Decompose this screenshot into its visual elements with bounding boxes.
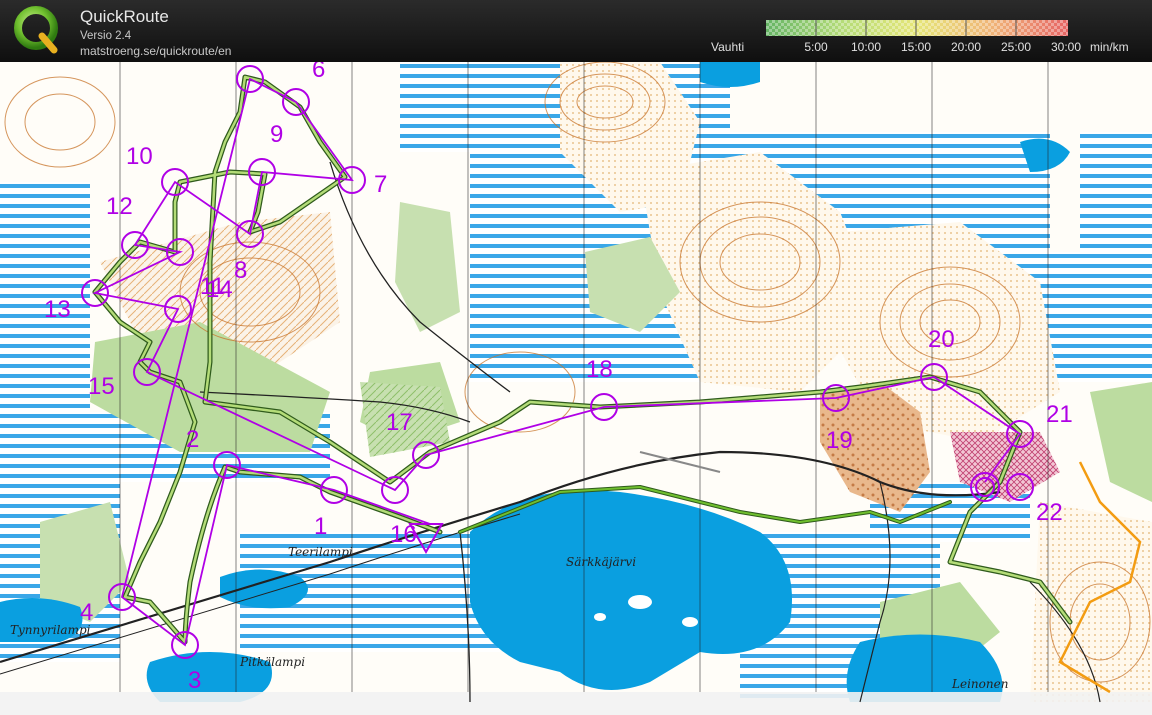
control-label: 22 [1036,499,1063,526]
pace-color-scale [766,20,1068,36]
control-label: 14 [206,276,233,303]
header-bar: QuickRoute Versio 2.4 matstroeng.se/quic… [0,0,1152,62]
control-label: 2 [186,426,199,453]
lake-name: Teerilampi [288,545,353,559]
pace-tick: 15:00 [900,40,932,54]
lake-name: Leinonen [951,677,1008,691]
pace-tick: 30:00 [1050,40,1082,54]
app-url[interactable]: matstroeng.se/quickroute/en [80,44,231,58]
control-label: 19 [826,427,853,454]
control-label: 4 [80,599,93,626]
control-label: 17 [386,409,413,436]
pace-tick: 25:00 [1000,40,1032,54]
control-label: 3 [188,667,201,694]
app-title: QuickRoute [80,7,169,26]
quickroute-logo-icon [14,6,58,54]
pace-tick: 20:00 [950,40,982,54]
lake-name: Pitkälampi [239,655,305,669]
quickroute-window: QuickRoute Versio 2.4 matstroeng.se/quic… [0,0,1152,715]
orienteering-map[interactable]: 1 2 3 4 6 7 8 9 10 11 12 13 14 15 16 17 … [0,62,1152,715]
control-label: 16 [390,521,417,548]
control-label: 12 [106,193,133,220]
control-label: 6 [312,62,325,83]
control-label: 13 [44,296,71,323]
control-label: 10 [126,143,153,170]
control-label: 21 [1046,401,1073,428]
control-label: 9 [270,121,283,148]
control-label: 8 [234,257,247,284]
control-label: 1 [314,513,327,540]
control-label: 20 [928,326,955,353]
control-label: 18 [586,356,613,383]
control-label: 15 [88,373,115,400]
pace-tick: 10:00 [850,40,882,54]
pace-scale-label: Vauhti [711,40,745,54]
pace-tick: 5:00 [804,40,828,54]
lake-name: Tynnyrilampi [10,623,91,637]
map-edge [0,692,1152,715]
map-canvas[interactable]: 1 2 3 4 6 7 8 9 10 11 12 13 14 15 16 17 … [0,62,1152,715]
pace-unit: min/km [1090,40,1129,54]
lake-name: Särkkäjärvi [566,555,636,569]
control-label: 7 [374,171,387,198]
app-version: Versio 2.4 [80,30,132,42]
